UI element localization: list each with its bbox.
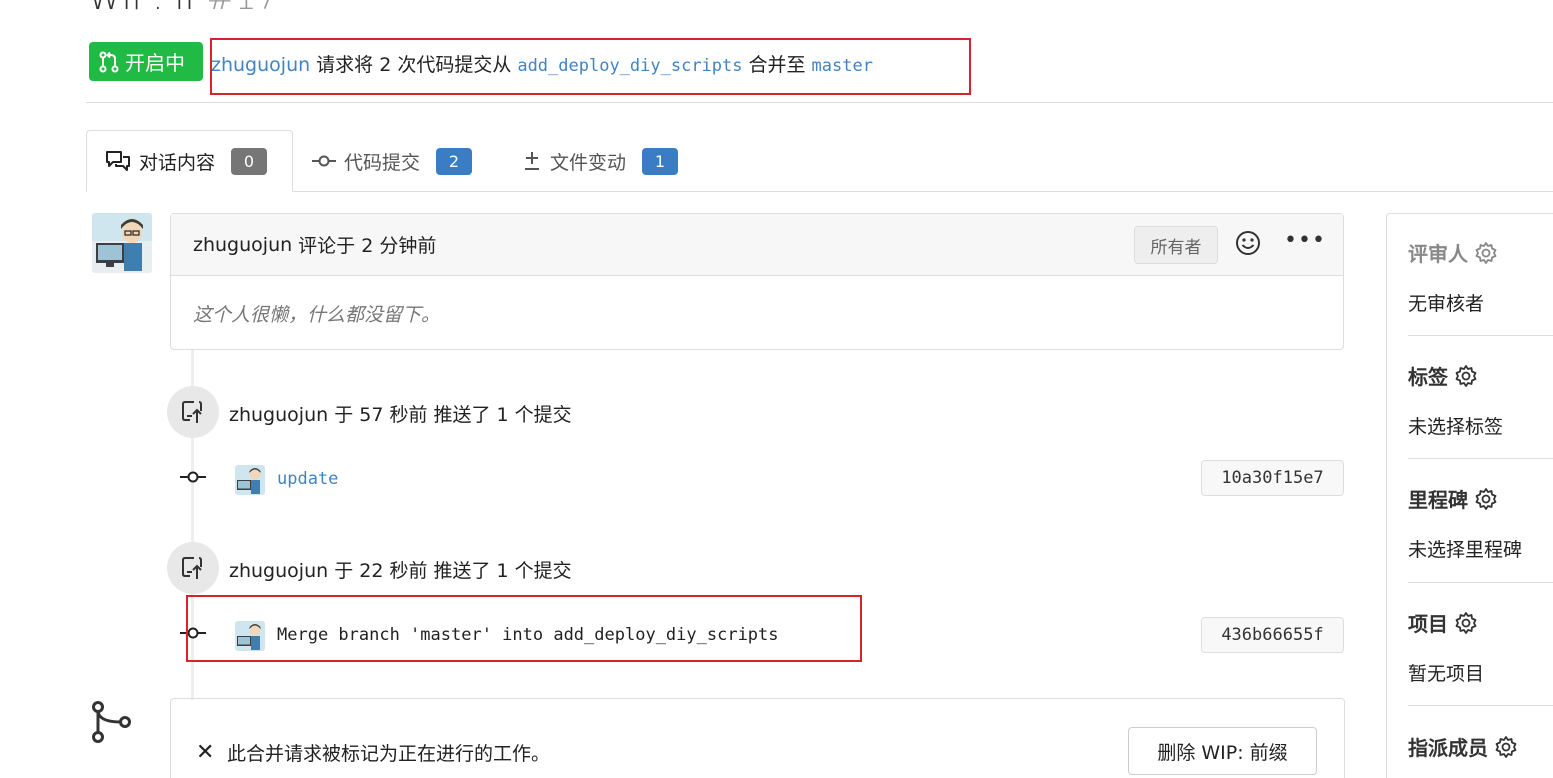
reviewers-title: 评审人 [1408, 238, 1553, 267]
tab-count: 1 [642, 147, 679, 175]
reviewers-value: 无审核者 [1408, 293, 1485, 315]
commit-node-icon [180, 471, 206, 483]
pr-summary: zhuguojun 请求将 2 次代码提交从 add_deploy_diy_sc… [211, 50, 873, 77]
comment-body: 这个人很懒，什么都没留下。 [193, 304, 441, 326]
comment-header: zhuguojun 评论于 2 分钟前 所有者 ••• [171, 214, 1343, 276]
push-event-icon [167, 542, 219, 594]
merge-text-2: 合并至 [748, 54, 806, 76]
labels-value: 未选择标签 [1408, 416, 1504, 438]
comment-card: zhuguojun 评论于 2 分钟前 所有者 ••• 这个人很懒，什么都没留下… [170, 213, 1344, 350]
divider [86, 102, 1553, 103]
commit-avatar[interactable] [235, 465, 265, 495]
role-badge: 所有者 [1134, 226, 1218, 264]
tab-conversation[interactable]: 对话内容 0 [86, 130, 293, 192]
source-branch-link[interactable]: add_deploy_diy_scripts [517, 56, 742, 76]
labels-title: 标签 [1408, 361, 1553, 390]
gear-icon[interactable] [1474, 487, 1498, 511]
close-icon: ✕ [196, 740, 215, 765]
sidebar-divider [1408, 335, 1553, 336]
event-author[interactable]: zhuguojun [229, 560, 328, 582]
page-title: WIP: II #17 [88, 0, 278, 18]
target-branch-link[interactable]: master [812, 56, 873, 76]
gear-icon[interactable] [1474, 241, 1498, 265]
event-description: 于 22 秒前 推送了 1 个提交 [334, 560, 572, 582]
commit-sha-button[interactable]: 436b66655f [1201, 617, 1344, 653]
sidebar-labels: 标签 未选择标签 [1408, 361, 1553, 439]
labels-label: 标签 [1408, 365, 1448, 389]
sidebar-assignees: 指派成员 [1408, 732, 1553, 761]
push-event-text: zhuguojun 于 22 秒前 推送了 1 个提交 [229, 556, 572, 583]
smiley-icon[interactable] [1235, 230, 1261, 261]
status-label: 开启中 [125, 51, 185, 75]
comment-author[interactable]: zhuguojun [193, 234, 292, 256]
sidebar-project: 项目 暂无项目 [1408, 608, 1553, 686]
merge-text-1: 请求将 2 次代码提交从 [316, 54, 512, 76]
gear-icon[interactable] [1494, 735, 1518, 759]
tab-label: 代码提交 [344, 151, 421, 174]
pull-request-icon [99, 51, 119, 72]
tab-count: 0 [231, 147, 268, 175]
push-event-text: zhuguojun 于 57 秒前 推送了 1 个提交 [229, 400, 572, 427]
gear-icon[interactable] [1454, 611, 1478, 635]
avatar[interactable] [92, 213, 152, 273]
event-author[interactable]: zhuguojun [229, 404, 328, 426]
reviewers-label: 评审人 [1408, 242, 1468, 266]
remove-wip-prefix-button[interactable]: 删除 WIP: 前缀 [1128, 727, 1317, 775]
commit-icon [312, 154, 336, 168]
assignees-title: 指派成员 [1408, 732, 1553, 761]
status-badge: 开启中 [89, 42, 203, 81]
event-description: 于 57 秒前 推送了 1 个提交 [334, 404, 572, 426]
sidebar-reviewers: 评审人 无审核者 [1408, 238, 1553, 316]
pr-number: #17 [206, 0, 278, 18]
more-options-icon[interactable]: ••• [1284, 228, 1326, 253]
commit-sha-button[interactable]: 10a30f15e7 [1201, 460, 1344, 496]
tab-count: 2 [436, 147, 473, 175]
assignees-label: 指派成员 [1408, 736, 1488, 760]
milestone-value: 未选择里程碑 [1408, 539, 1523, 561]
tab-label: 对话内容 [139, 151, 216, 174]
gear-icon[interactable] [1454, 364, 1478, 388]
commit-message-link[interactable]: Merge branch 'master' into add_deploy_di… [277, 625, 779, 645]
sidebar-divider [1408, 582, 1553, 583]
sidebar-divider [1408, 458, 1553, 459]
milestone-title: 里程碑 [1408, 484, 1553, 513]
git-merge-icon [92, 701, 131, 743]
commit-node-icon [180, 627, 206, 639]
sidebar-milestone: 里程碑 未选择里程碑 [1408, 484, 1553, 562]
comment-meta: 评论于 2 分钟前 [298, 235, 437, 257]
tab-commits[interactable]: 代码提交 2 [312, 130, 473, 192]
tab-files-changed[interactable]: 文件变动 1 [522, 130, 679, 192]
sidebar-divider [1408, 705, 1553, 706]
comments-icon [105, 150, 131, 172]
push-event-icon [167, 386, 219, 438]
diff-icon [522, 150, 542, 172]
project-title: 项目 [1408, 608, 1553, 637]
author-link[interactable]: zhuguojun [211, 54, 310, 76]
project-label: 项目 [1408, 612, 1448, 636]
pr-title-text: WIP: II [88, 0, 194, 18]
tabs-divider [86, 191, 1553, 192]
project-value: 暂无项目 [1408, 663, 1485, 685]
commit-message-link[interactable]: update [277, 469, 338, 489]
milestone-label: 里程碑 [1408, 488, 1468, 512]
commit-avatar[interactable] [235, 621, 265, 651]
wip-message: 此合并请求被标记为正在进行的工作。 [227, 743, 551, 765]
tab-label: 文件变动 [550, 151, 627, 174]
